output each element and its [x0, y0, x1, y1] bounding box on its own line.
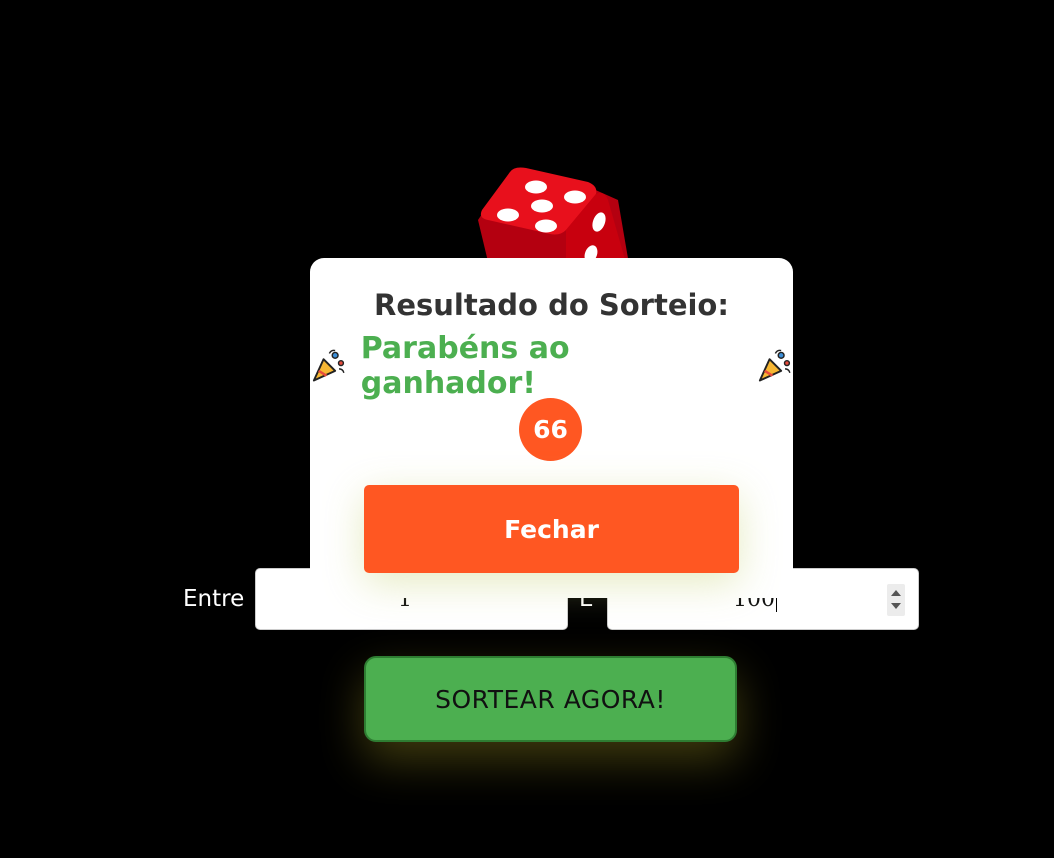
close-button[interactable]: Fechar [364, 485, 739, 573]
congrats-row: Parabéns ao ganhador! [310, 331, 793, 401]
entre-label: Entre [183, 586, 245, 612]
congrats-message: Parabéns ao ganhador! [360, 331, 570, 401]
spinner-up-icon[interactable] [891, 590, 901, 596]
number-spinner[interactable] [887, 584, 905, 616]
party-popper-icon [759, 349, 791, 382]
dice-icon [478, 167, 630, 270]
result-modal: Resultado do Sorteio: Parabéns ao ganhad… [310, 258, 793, 598]
winner-number-badge: 66 [519, 398, 582, 461]
modal-title: Resultado do Sorteio: [374, 288, 729, 322]
party-popper-icon [312, 349, 345, 382]
spinner-down-icon[interactable] [891, 603, 901, 609]
draw-now-button[interactable]: SORTEAR AGORA! [364, 656, 737, 742]
